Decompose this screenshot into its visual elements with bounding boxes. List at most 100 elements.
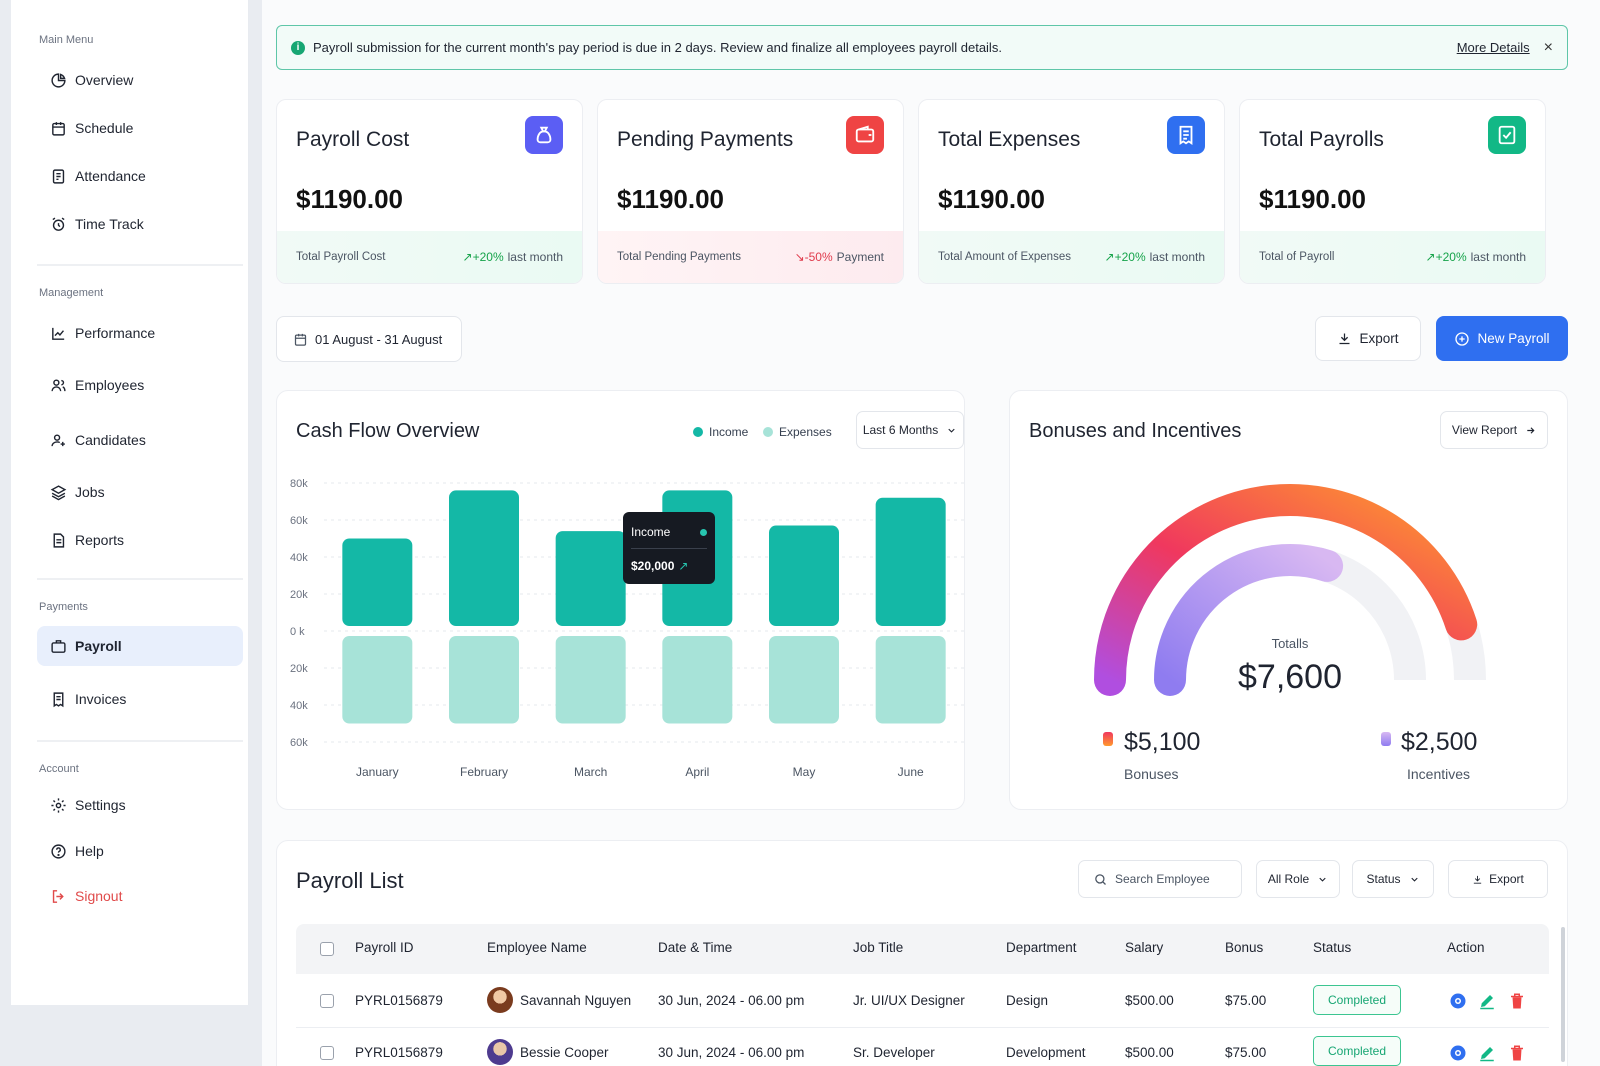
chevron-down-icon: [948, 428, 955, 433]
close-icon[interactable]: ×: [1544, 39, 1553, 57]
alarm-clock-icon: [52, 217, 65, 231]
column-header[interactable]: Payroll ID: [355, 940, 414, 955]
sidebar-item-schedule[interactable]: Schedule: [37, 108, 243, 148]
column-header[interactable]: Status: [1313, 940, 1351, 955]
sidebar-item-label: Help: [75, 843, 104, 859]
card-title: Pending Payments: [617, 128, 794, 151]
employee-name: Bessie Cooper: [520, 1045, 609, 1060]
gauge-total-label: Totalls: [1271, 636, 1309, 651]
column-header[interactable]: Job Title: [853, 940, 903, 955]
role-filter[interactable]: All Role: [1256, 860, 1340, 898]
total-expenses-card: Total Expenses $1190.00 Total Amount of …: [918, 99, 1225, 284]
sidebar-item-invoices[interactable]: Invoices: [37, 679, 243, 719]
sidebar-item-signout[interactable]: Signout: [37, 876, 243, 916]
y-tick-label: 60k: [290, 515, 308, 527]
y-tick-label: 0 k: [290, 626, 305, 638]
table-scrollbar[interactable]: [1561, 927, 1565, 1062]
cash-flow-title: Cash Flow Overview: [296, 420, 480, 442]
info-icon: i: [291, 40, 305, 55]
select-all-checkbox[interactable]: [320, 942, 334, 956]
export-button[interactable]: Export: [1315, 316, 1421, 361]
gauge-total-value: $7,600: [1238, 658, 1342, 696]
card-change: +20%: [1114, 250, 1146, 264]
payroll-list-title: Payroll List: [296, 868, 404, 893]
role-filter-label: All Role: [1267, 872, 1310, 886]
y-tick-label: 80k: [290, 478, 308, 490]
view-report-button[interactable]: View Report: [1440, 411, 1548, 449]
delete-icon[interactable]: [1508, 992, 1526, 1010]
expenses-bar[interactable]: [449, 636, 519, 724]
search-employee-input[interactable]: Search Employee: [1078, 860, 1242, 898]
sidebar-item-payroll[interactable]: Payroll: [37, 626, 243, 666]
column-header[interactable]: Date & Time: [658, 940, 732, 955]
period-select[interactable]: Last 6 Months: [856, 411, 964, 449]
card-title: Payroll Cost: [296, 128, 410, 151]
sidebar-item-help[interactable]: Help: [37, 831, 243, 871]
income-bar[interactable]: [449, 490, 519, 626]
sidebar-item-performance[interactable]: Performance: [37, 313, 243, 353]
sidebar-item-jobs[interactable]: Jobs: [37, 472, 243, 512]
income-dot: [693, 427, 703, 437]
income-bar[interactable]: [875, 497, 946, 626]
date-range-picker[interactable]: 01 August - 31 August: [276, 316, 462, 362]
legend-expenses: Expenses: [763, 425, 832, 439]
sidebar-item-attendance[interactable]: Attendance: [37, 156, 243, 196]
new-payroll-button[interactable]: New Payroll: [1436, 316, 1568, 361]
help-circle-icon: [51, 843, 66, 859]
job-title: Sr. Developer: [853, 1045, 935, 1060]
section-title-management: Management: [39, 287, 104, 299]
avatar: [487, 987, 513, 1013]
sidebar-item-settings[interactable]: Settings: [37, 785, 243, 825]
view-icon[interactable]: [1449, 1044, 1467, 1062]
card-change: +20%: [1435, 250, 1467, 264]
y-tick-label: 20k: [290, 663, 308, 675]
expenses-bar[interactable]: [555, 636, 626, 724]
salary: $500.00: [1125, 993, 1174, 1008]
payroll-id: PYRL0156879: [355, 1045, 443, 1060]
delete-icon[interactable]: [1508, 1044, 1526, 1062]
x-tick-label: April: [685, 765, 709, 779]
row-checkbox[interactable]: [320, 994, 334, 1008]
more-details-link[interactable]: More Details: [1457, 40, 1530, 55]
column-header[interactable]: Bonus: [1225, 940, 1263, 955]
wallet-icon: [846, 116, 884, 154]
status-badge: Completed: [1313, 985, 1401, 1015]
status-filter[interactable]: Status: [1352, 860, 1434, 898]
column-header[interactable]: Salary: [1125, 940, 1163, 955]
sidebar-item-label: Employees: [75, 377, 145, 393]
column-header[interactable]: Department: [1006, 940, 1077, 955]
expenses-bar[interactable]: [662, 636, 733, 724]
card-footer-label: Total Payroll Cost: [296, 251, 386, 263]
avatar: [487, 1039, 513, 1065]
bonuses-swatch: [1103, 732, 1113, 746]
sidebar-item-time-track[interactable]: Time Track: [37, 204, 243, 244]
income-bar[interactable]: [555, 531, 626, 626]
sidebar-item-employees[interactable]: Employees: [37, 365, 243, 405]
expenses-bar[interactable]: [875, 636, 946, 724]
expenses-dot: [763, 427, 773, 437]
expenses-bar[interactable]: [769, 636, 839, 724]
card-title: Total Payrolls: [1259, 128, 1384, 151]
layers-icon: [50, 484, 67, 500]
row-checkbox[interactable]: [320, 1046, 334, 1060]
export-label: Export: [1359, 331, 1399, 346]
sidebar-item-overview[interactable]: Overview: [37, 60, 243, 100]
card-footer: Total Pending Payments ↘ -50% Payment: [598, 231, 903, 283]
income-bar[interactable]: [769, 525, 839, 626]
payroll-document-icon: [1488, 116, 1526, 154]
edit-icon[interactable]: [1478, 1044, 1496, 1062]
legend-expenses-label: Expenses: [779, 425, 832, 439]
money-bag-icon: [525, 116, 563, 154]
expenses-bar[interactable]: [342, 636, 413, 724]
employee-name: Savannah Nguyen: [520, 993, 632, 1008]
edit-icon[interactable]: [1478, 992, 1496, 1010]
view-icon[interactable]: [1449, 992, 1467, 1010]
card-value: $1190.00: [938, 184, 1046, 214]
sidebar-item-candidates[interactable]: Candidates: [37, 420, 243, 460]
income-bar[interactable]: [342, 538, 413, 627]
sidebar-item-label: Schedule: [75, 120, 134, 136]
chart-pie-icon: [51, 72, 66, 88]
sidebar-item-reports[interactable]: Reports: [37, 520, 243, 560]
column-header[interactable]: Employee Name: [487, 940, 587, 955]
list-export-button[interactable]: Export: [1448, 860, 1548, 898]
